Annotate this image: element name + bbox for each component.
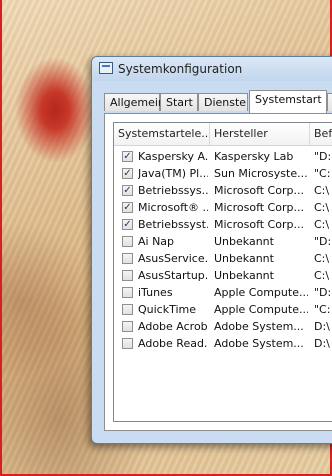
list-item[interactable]: Ai Nap Unbekannt "D:	[114, 233, 332, 250]
list-item[interactable]: Adobe Acrobat Adobe System... D:\	[114, 318, 332, 335]
startup-item-checkbox[interactable]	[122, 270, 133, 281]
startup-item-command: C:\	[314, 201, 330, 214]
startup-item-command: "D:	[314, 235, 332, 248]
tab-systemstart[interactable]: Systemstart	[249, 90, 327, 113]
startup-item-name: Kaspersky A...	[138, 150, 208, 163]
startup-item-command: D:\	[314, 337, 330, 350]
list-item[interactable]: ✓ Kaspersky A... Kaspersky Lab "D:	[114, 148, 332, 165]
startup-item-command: C:\	[314, 269, 330, 282]
list-item[interactable]: AsusStartup... Unbekannt C:\	[114, 267, 332, 284]
startup-item-manufacturer: Kaspersky Lab	[214, 150, 294, 163]
tab-start[interactable]: Start	[160, 93, 198, 111]
startup-item-name: Microsoft® ...	[138, 201, 208, 214]
tab-next-partial[interactable]	[327, 93, 332, 111]
list-header: Systemstartele... Hersteller Bef	[114, 123, 332, 146]
startup-item-checkbox[interactable]: ✓	[122, 185, 133, 196]
startup-item-command: C:\	[314, 218, 330, 231]
startup-item-command: C:\	[314, 252, 330, 265]
startup-item-checkbox[interactable]	[122, 253, 133, 264]
title-bar[interactable]: Systemkonfiguration	[92, 57, 332, 81]
startup-item-manufacturer: Apple Compute...	[214, 303, 308, 316]
tab-dienste[interactable]: Dienste	[198, 93, 248, 111]
startup-item-name: Adobe Acrobat	[138, 320, 208, 333]
startup-item-manufacturer: Adobe System...	[214, 337, 304, 350]
startup-item-checkbox[interactable]	[122, 304, 133, 315]
startup-item-checkbox[interactable]	[122, 321, 133, 332]
startup-items-list[interactable]: Systemstartele... Hersteller Bef ✓ Kasper…	[113, 122, 332, 422]
startup-item-manufacturer: Microsoft Corp...	[214, 184, 304, 197]
tab-panel-systemstart: Systemstartele... Hersteller Bef ✓ Kasper…	[104, 113, 332, 431]
startup-item-manufacturer: Unbekannt	[214, 269, 274, 282]
startup-item-manufacturer: Microsoft Corp...	[214, 218, 304, 231]
startup-item-name: Java(TM) Pl...	[138, 167, 208, 180]
startup-item-name: QuickTime	[138, 303, 197, 316]
list-item[interactable]: Adobe Read... Adobe System... D:\	[114, 335, 332, 352]
list-item[interactable]: ✓ Java(TM) Pl... Sun Microsyste... "C:	[114, 165, 332, 182]
list-item[interactable]: QuickTime Apple Compute... "C:	[114, 301, 332, 318]
startup-item-command: "C:	[314, 303, 331, 316]
msconfig-app-icon	[99, 62, 113, 74]
list-item[interactable]: ✓ Betriebssys... Microsoft Corp... C:\	[114, 182, 332, 199]
startup-item-checkbox[interactable]	[122, 287, 133, 298]
startup-item-manufacturer: Microsoft Corp...	[214, 201, 304, 214]
column-header-command[interactable]: Bef	[310, 123, 332, 145]
system-configuration-window[interactable]: Systemkonfiguration Allgemein Start Dien…	[91, 56, 332, 444]
startup-item-checkbox[interactable]	[122, 338, 133, 349]
startup-item-checkbox[interactable]	[122, 236, 133, 247]
startup-item-manufacturer: Sun Microsyste...	[214, 167, 308, 180]
list-item[interactable]: AsusService... Unbekannt C:\	[114, 250, 332, 267]
startup-item-checkbox[interactable]: ✓	[122, 219, 133, 230]
startup-item-command: "C:	[314, 167, 331, 180]
startup-item-command: D:\	[314, 320, 330, 333]
startup-item-manufacturer: Apple Compute...	[214, 286, 308, 299]
list-item[interactable]: iTunes Apple Compute... "D:	[114, 284, 332, 301]
startup-item-command: "D:	[314, 150, 332, 163]
startup-item-checkbox[interactable]: ✓	[122, 202, 133, 213]
window-title: Systemkonfiguration	[118, 62, 243, 76]
startup-item-name: iTunes	[138, 286, 173, 299]
tab-strip: Allgemein Start Dienste Systemstart	[104, 90, 332, 113]
startup-item-checkbox[interactable]: ✓	[122, 168, 133, 179]
startup-item-name: AsusStartup...	[138, 269, 208, 282]
tab-allgemein[interactable]: Allgemein	[104, 93, 165, 111]
column-header-startup-item[interactable]: Systemstartele...	[114, 123, 210, 145]
startup-item-name: Adobe Read...	[138, 337, 208, 350]
startup-item-manufacturer: Adobe System...	[214, 320, 304, 333]
startup-item-name: AsusService...	[138, 252, 208, 265]
startup-item-manufacturer: Unbekannt	[214, 235, 274, 248]
startup-item-command: C:\	[314, 184, 330, 197]
startup-item-manufacturer: Unbekannt	[214, 252, 274, 265]
startup-item-checkbox[interactable]: ✓	[122, 151, 133, 162]
startup-item-name: Betriebssyst...	[138, 218, 208, 231]
startup-item-name: Betriebssys...	[138, 184, 208, 197]
list-item[interactable]: ✓ Microsoft® ... Microsoft Corp... C:\	[114, 199, 332, 216]
startup-item-name: Ai Nap	[138, 235, 175, 248]
column-header-manufacturer[interactable]: Hersteller	[210, 123, 310, 145]
list-item[interactable]: ✓ Betriebssyst... Microsoft Corp... C:\	[114, 216, 332, 233]
startup-item-command: "D:	[314, 286, 332, 299]
